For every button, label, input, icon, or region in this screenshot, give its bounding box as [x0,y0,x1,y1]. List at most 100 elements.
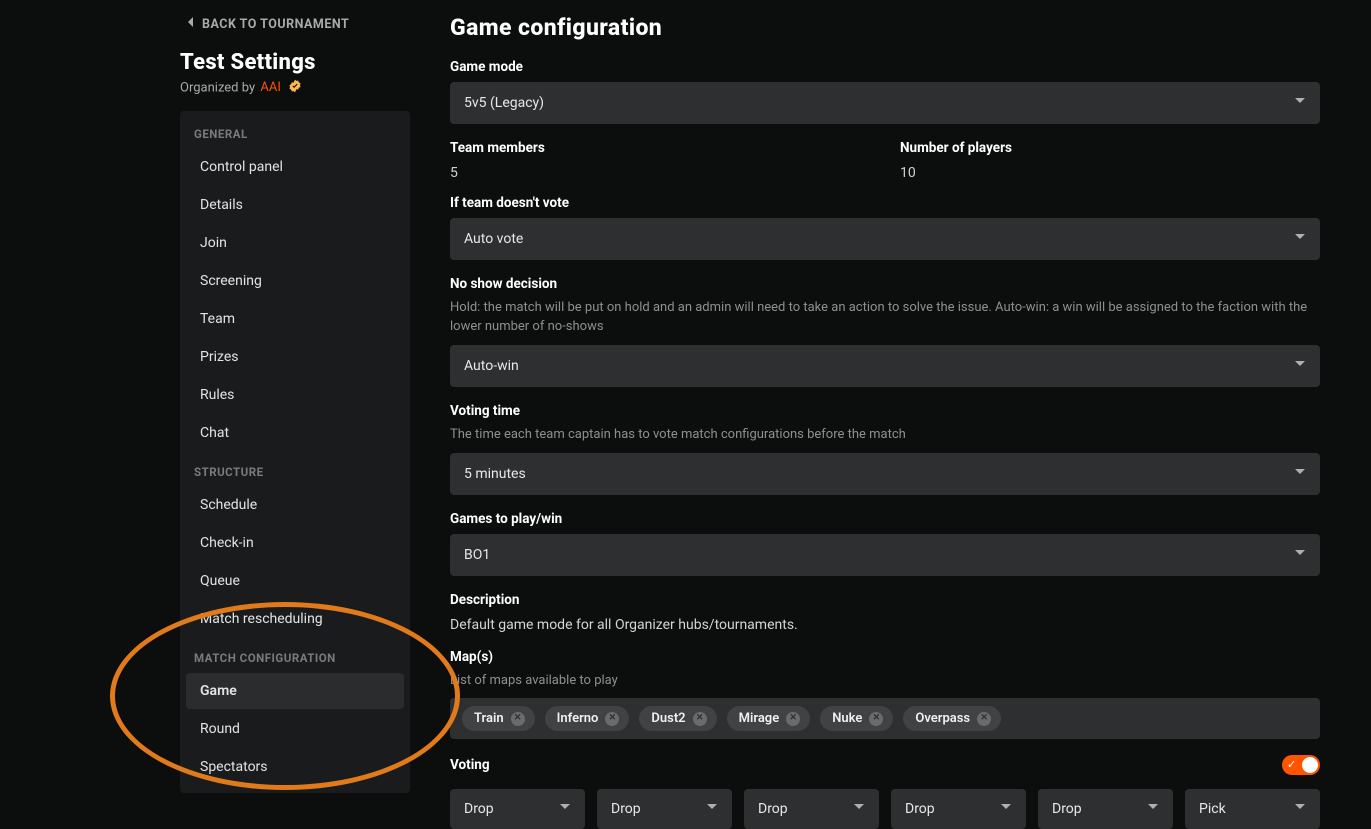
voting-step-select[interactable]: Drop [597,789,732,829]
chevron-down-icon [559,801,571,817]
game-mode-value: 5v5 (Legacy) [464,95,544,111]
sidebar-item-team[interactable]: Team [186,301,404,337]
main-content: Game configuration Game mode 5v5 (Legacy… [420,10,1340,829]
sidebar-item-join[interactable]: Join [186,225,404,261]
map-chip-label: Inferno [557,711,599,726]
sidebar-item-rules[interactable]: Rules [186,377,404,413]
chevron-down-icon [1294,801,1306,817]
voting-step-select[interactable]: Drop [1038,789,1173,829]
voting-toggle[interactable]: ✓ [1282,755,1320,775]
map-chip: Dust2 ✕ [639,706,716,731]
map-chip-label: Train [474,711,504,726]
chevron-down-icon [1294,358,1306,374]
remove-map-icon[interactable]: ✕ [869,712,883,726]
num-players-value: 10 [900,163,1320,181]
voting-time-value: 5 minutes [464,466,526,482]
game-mode-select[interactable]: 5v5 (Legacy) [450,82,1320,124]
chevron-down-icon [853,801,865,817]
nav-header: GENERAL [180,115,410,147]
team-members-value: 5 [450,163,870,181]
sidebar-item-screening[interactable]: Screening [186,263,404,299]
no-vote-label: If team doesn't vote [450,195,1320,211]
voting-step-select[interactable]: Drop [450,789,585,829]
remove-map-icon[interactable]: ✕ [977,712,991,726]
sidebar-item-round[interactable]: Round [186,711,404,747]
maps-select[interactable]: Train✕Inferno✕Dust2✕Mirage✕Nuke✕Overpass… [450,698,1320,739]
maps-label: Map(s) [450,649,1320,665]
voting-step-value: Drop [758,801,788,817]
voting-step-value: Drop [905,801,935,817]
voting-time-help: The time each team captain has to vote m… [450,426,1320,445]
no-show-select[interactable]: Auto-win [450,345,1320,387]
chevron-left-icon [186,16,194,32]
map-chip: Nuke ✕ [820,706,893,731]
nav-header: STRUCTURE [180,453,410,485]
sidebar-item-chat[interactable]: Chat [186,415,404,451]
sidebar-item-details[interactable]: Details [186,187,404,223]
voting-step-value: Pick [1199,801,1226,817]
sidebar-item-prizes[interactable]: Prizes [186,339,404,375]
voting-step-select[interactable]: Pick [1185,789,1320,829]
organized-prefix: Organized by [180,80,255,95]
map-chip-label: Dust2 [651,711,685,726]
voting-step-value: Drop [464,801,494,817]
no-show-label: No show decision [450,276,1320,292]
remove-map-icon[interactable]: ✕ [511,712,525,726]
remove-map-icon[interactable]: ✕ [693,712,707,726]
chevron-down-icon [1294,547,1306,563]
map-chip: Overpass ✕ [903,706,1001,731]
no-vote-select[interactable]: Auto vote [450,218,1320,260]
map-chip-label: Nuke [832,711,862,726]
page-subtitle: Test Settings [180,50,410,79]
voting-step-value: Drop [1052,801,1082,817]
chevron-down-icon [1000,801,1012,817]
games-to-play-select[interactable]: BO1 [450,534,1320,576]
voting-step-select[interactable]: Drop [891,789,1026,829]
maps-help: List of maps available to play [450,672,1320,691]
team-members-label: Team members [450,140,870,156]
description-value: Default game mode for all Organizer hubs… [450,615,1320,633]
map-chip: Train ✕ [462,706,535,731]
voting-steps-row: Drop Drop Drop Drop Drop Pick [450,789,1320,829]
voting-label: Voting [450,757,490,773]
sidebar-item-spectators[interactable]: Spectators [186,749,404,785]
sidebar-item-match-rescheduling[interactable]: Match rescheduling [186,601,404,637]
game-mode-label: Game mode [450,59,1320,75]
chevron-down-icon [706,801,718,817]
map-chip: Inferno ✕ [545,706,630,731]
no-vote-value: Auto vote [464,231,523,247]
nav-header: MATCH CONFIGURATION [180,639,410,671]
chevron-down-icon [1294,466,1306,482]
no-show-value: Auto-win [464,358,519,374]
sidebar-item-game[interactable]: Game [186,673,404,709]
no-show-help: Hold: the match will be put on hold and … [450,299,1320,337]
map-chip: Mirage ✕ [727,706,811,731]
num-players-label: Number of players [900,140,1320,156]
nav-block: GENERALControl panelDetailsJoinScreening… [180,111,410,793]
remove-map-icon[interactable]: ✕ [605,712,619,726]
description-label: Description [450,592,1320,608]
chevron-down-icon [1294,95,1306,111]
sidebar-item-queue[interactable]: Queue [186,563,404,599]
organized-by: Organized by AAI [180,79,410,111]
voting-step-select[interactable]: Drop [744,789,879,829]
sidebar: BACK TO TOURNAMENT Test Settings Organiz… [180,10,420,829]
games-to-play-value: BO1 [464,547,490,563]
games-to-play-label: Games to play/win [450,511,1320,527]
chevron-down-icon [1294,231,1306,247]
sidebar-item-schedule[interactable]: Schedule [186,487,404,523]
map-chip-label: Mirage [739,711,780,726]
verified-icon [288,79,302,97]
voting-time-select[interactable]: 5 minutes [450,453,1320,495]
chevron-down-icon [1147,801,1159,817]
sidebar-item-check-in[interactable]: Check-in [186,525,404,561]
map-chip-label: Overpass [915,711,970,726]
back-label: BACK TO TOURNAMENT [202,17,349,32]
sidebar-item-control-panel[interactable]: Control panel [186,149,404,185]
back-to-tournament-link[interactable]: BACK TO TOURNAMENT [180,10,410,50]
remove-map-icon[interactable]: ✕ [786,712,800,726]
voting-time-label: Voting time [450,403,1320,419]
check-icon: ✓ [1287,758,1296,771]
organizer-link[interactable]: AAI [260,80,281,95]
voting-step-value: Drop [611,801,641,817]
